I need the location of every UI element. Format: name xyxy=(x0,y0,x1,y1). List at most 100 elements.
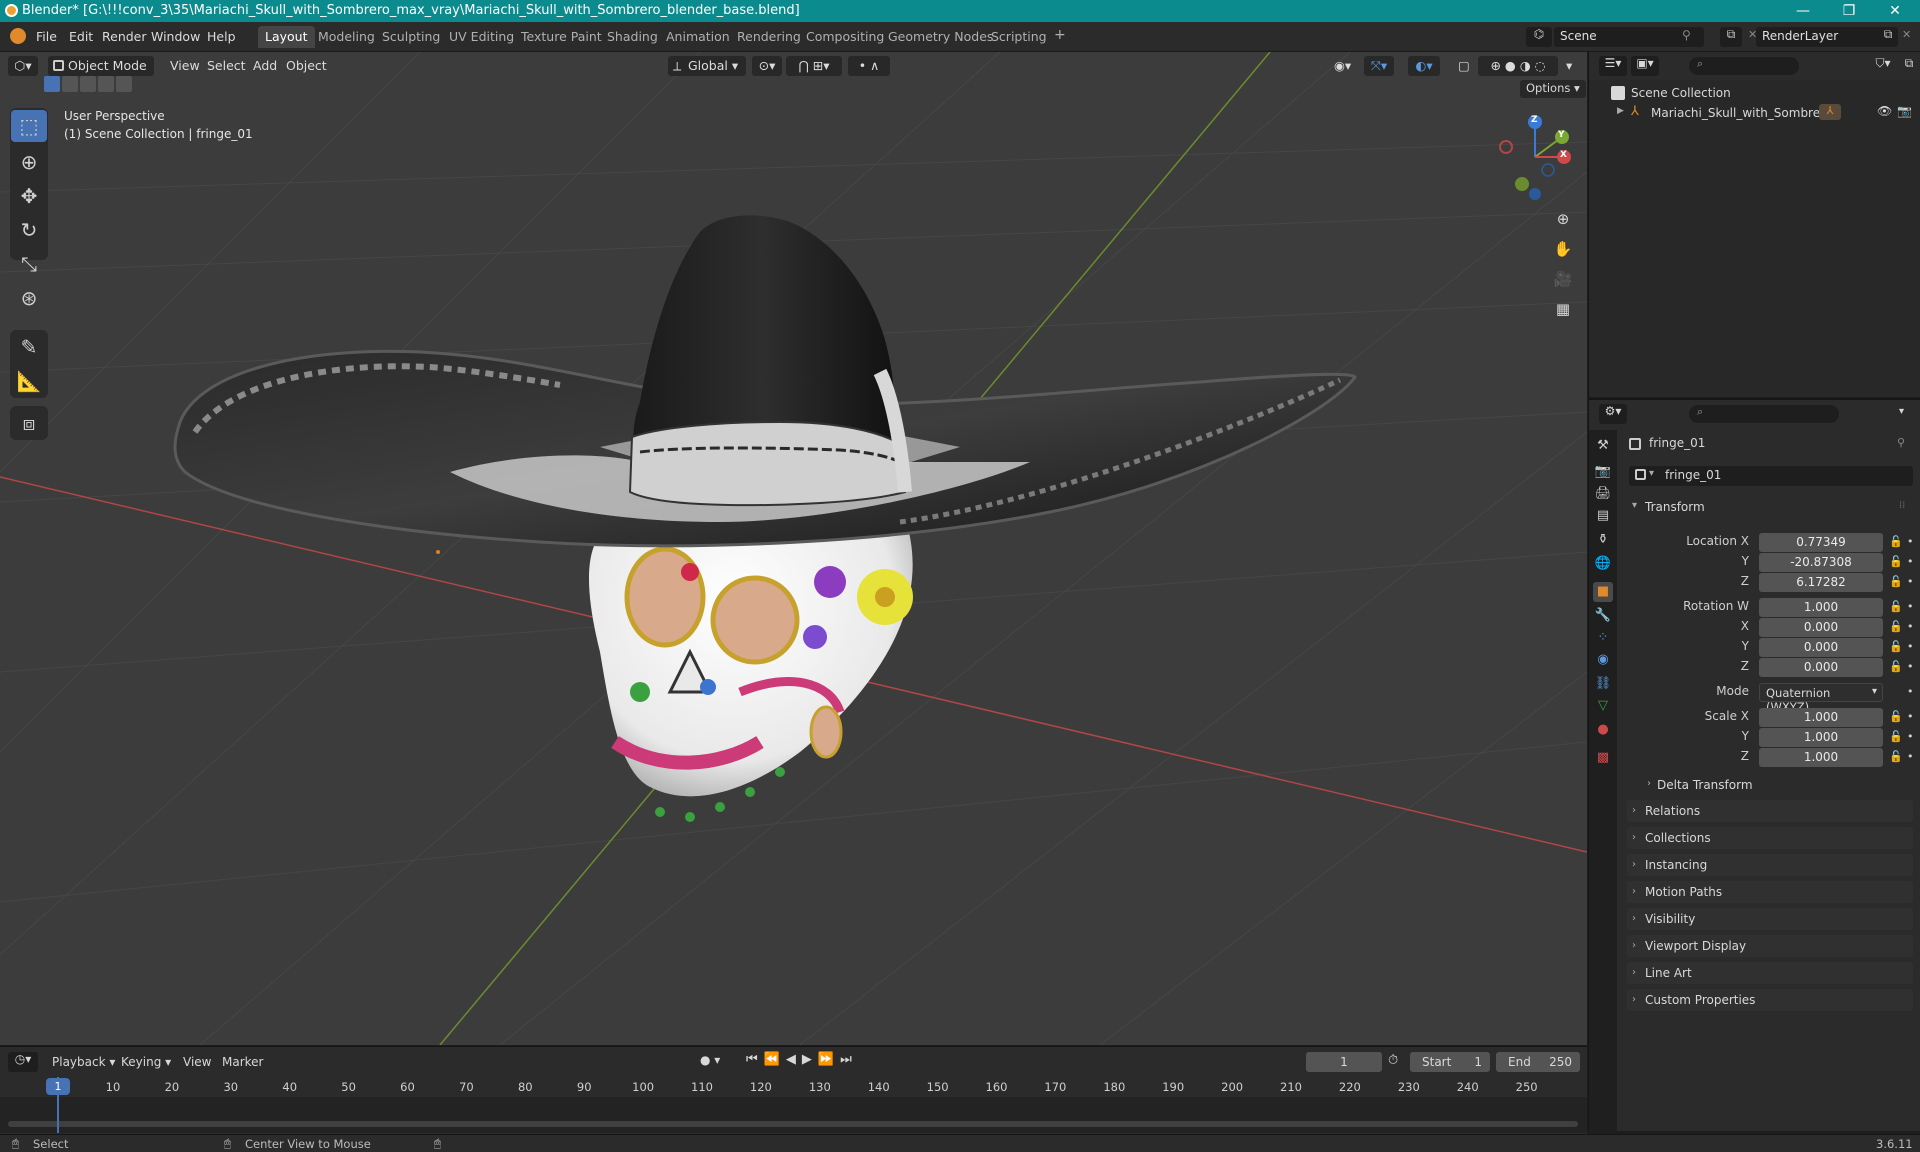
visibility-eye-icon[interactable]: 👁 xyxy=(1877,104,1892,118)
playback-controls[interactable]: ⏮⏪◀▶⏩⏭ xyxy=(746,1052,858,1067)
proportional-edit-icon[interactable]: • ∧ xyxy=(848,56,890,76)
select-extend-icon[interactable] xyxy=(62,76,78,92)
new-view-layer-icon[interactable]: ⧉ xyxy=(1878,27,1898,47)
motion-paths-section[interactable]: › Motion Paths xyxy=(1627,881,1913,903)
keyframe-scale-y-icon[interactable]: • xyxy=(1907,730,1914,743)
lock-rotation-z-icon[interactable]: 🔓 xyxy=(1889,660,1903,673)
tab-shading[interactable]: Shading xyxy=(600,26,665,48)
filter-icon[interactable]: ⛉▾ xyxy=(1869,56,1897,76)
particles-tab-icon[interactable]: ⁘ xyxy=(1593,628,1613,648)
keyframe-rotation-x-icon[interactable]: • xyxy=(1907,620,1914,633)
tab-modeling[interactable]: Modeling xyxy=(311,26,382,48)
lock-scale-z-icon[interactable]: 🔓 xyxy=(1889,750,1903,763)
delta-transform-subpanel[interactable]: › Delta Transform xyxy=(1641,774,1913,796)
start-frame-field[interactable]: Start 1 xyxy=(1410,1052,1490,1072)
perspective-grid-icon[interactable]: ▦ xyxy=(1550,296,1576,322)
gizmo-toggle-icon[interactable]: ⤧▾ xyxy=(1364,56,1394,76)
rotation-w-field[interactable]: 1.000 xyxy=(1759,598,1883,617)
expand-arrow-icon[interactable]: ▶ xyxy=(1617,106,1624,116)
sombrero-model[interactable] xyxy=(173,215,1357,554)
line-art-section[interactable]: › Line Art xyxy=(1627,962,1913,984)
menu-file[interactable]: File xyxy=(36,29,57,44)
constraints-tab-icon[interactable]: ⛓ xyxy=(1593,674,1613,694)
maximize-button[interactable]: ❐ xyxy=(1826,0,1872,22)
select-box-tool-icon[interactable]: ⬚ xyxy=(11,110,47,142)
select-new-icon[interactable] xyxy=(44,76,60,92)
3d-viewport[interactable]: ⬡▾ Object Mode ▾ View Select Add Object … xyxy=(0,52,1587,1045)
properties-search-input[interactable]: ⌕ xyxy=(1689,405,1839,423)
keyframe-mode-icon[interactable]: • xyxy=(1907,685,1914,698)
lock-rotation-w-icon[interactable]: 🔓 xyxy=(1889,600,1903,613)
lock-scale-x-icon[interactable]: 🔓 xyxy=(1889,710,1903,723)
instancing-section[interactable]: › Instancing xyxy=(1627,854,1913,876)
visibility-selectability-icon[interactable]: ◉▾ xyxy=(1328,56,1356,76)
shading-options-icon[interactable]: ▾ xyxy=(1560,56,1578,76)
tab-texture-paint[interactable]: Texture Paint xyxy=(514,26,609,48)
viewport-menu-add[interactable]: Add xyxy=(247,56,283,76)
new-scene-icon[interactable]: ⧉ xyxy=(1720,27,1742,47)
material-tab-icon[interactable]: ● xyxy=(1593,720,1613,740)
keyframe-scale-x-icon[interactable]: • xyxy=(1907,710,1914,723)
add-cube-tool-icon[interactable]: ⧈ xyxy=(11,407,47,439)
overlay-toggle-icon[interactable]: ◐▾ xyxy=(1408,56,1440,76)
tool-tab-icon[interactable]: ⚒ xyxy=(1593,436,1613,456)
pan-hand-icon[interactable]: ✋ xyxy=(1550,236,1576,262)
close-window-button[interactable]: ✕ xyxy=(1872,0,1918,22)
tab-sculpting[interactable]: Sculpting xyxy=(375,26,447,48)
pin-properties-icon[interactable]: ⚲ xyxy=(1897,436,1905,449)
menu-window[interactable]: Window xyxy=(151,29,200,44)
annotate-tool-icon[interactable]: ✎ xyxy=(11,331,47,363)
scale-tool-icon[interactable]: ⤡ xyxy=(11,248,47,280)
lock-rotation-y-icon[interactable]: 🔓 xyxy=(1889,640,1903,653)
move-tool-icon[interactable]: ✥ xyxy=(11,180,47,212)
viewport-menu-view[interactable]: View xyxy=(164,56,206,76)
viewport-menu-object[interactable]: Object xyxy=(280,56,333,76)
options-dropdown[interactable]: Options ▾ xyxy=(1520,80,1586,98)
cursor-tool-icon[interactable]: ⊕ xyxy=(11,146,47,178)
location-y-field[interactable]: -20.87308 xyxy=(1759,553,1883,572)
object-browse-chevron-icon[interactable]: ▾ xyxy=(1649,468,1654,479)
tab-rendering[interactable]: Rendering xyxy=(730,26,808,48)
minimize-button[interactable]: — xyxy=(1780,0,1826,22)
pin-icon[interactable]: ⚲ xyxy=(1682,28,1691,42)
transform-tool-icon[interactable]: ⊛ xyxy=(11,282,47,314)
outliner-editor-icon[interactable]: ☰▾ xyxy=(1599,56,1627,76)
playhead-frame-badge[interactable]: 1 xyxy=(46,1078,70,1095)
select-intersect-icon[interactable] xyxy=(116,76,132,92)
tab-animation[interactable]: Animation xyxy=(659,26,737,48)
viewport-menu-select[interactable]: Select xyxy=(201,56,252,76)
keyframe-scale-z-icon[interactable]: • xyxy=(1907,750,1914,763)
timeline-scrollbar[interactable] xyxy=(8,1121,1578,1127)
rotation-z-field[interactable]: 0.000 xyxy=(1759,658,1883,677)
drag-handle-icon[interactable]: ⁞⁞ xyxy=(1899,500,1905,511)
current-frame-field[interactable]: 1 xyxy=(1306,1052,1382,1072)
texture-tab-icon[interactable]: ▩ xyxy=(1593,748,1613,768)
data-tab-icon[interactable]: ▽ xyxy=(1593,696,1613,716)
scene-collection-label[interactable]: Scene Collection xyxy=(1631,86,1731,100)
transform-section-header[interactable]: ▾ Transform ⁞⁞ xyxy=(1627,496,1913,518)
keyframe-rotation-y-icon[interactable]: • xyxy=(1907,640,1914,653)
render-tab-icon[interactable]: 📷 xyxy=(1593,462,1613,482)
keyframe-location-z-icon[interactable]: • xyxy=(1907,575,1914,588)
properties-options-icon[interactable]: ▾ xyxy=(1899,406,1904,417)
timeline-editor-icon[interactable]: ◷▾ xyxy=(8,1052,38,1072)
render-camera-icon[interactable]: 📷 xyxy=(1897,104,1912,118)
object-tab-icon[interactable]: ■ xyxy=(1593,582,1613,602)
output-tab-icon[interactable]: 🖨 xyxy=(1593,484,1613,504)
shading-mode-icons[interactable]: ⊕ ● ◑ ◌ xyxy=(1478,56,1558,76)
xray-toggle-icon[interactable]: ▢ xyxy=(1452,56,1472,76)
view-layer-tab-icon[interactable]: ▤ xyxy=(1593,506,1613,526)
properties-editor-icon[interactable]: ⚙▾ xyxy=(1599,404,1627,424)
scene-browse-icon[interactable]: ⌬ xyxy=(1526,27,1552,47)
object-name-field[interactable]: ▾ fringe_01 xyxy=(1629,466,1913,486)
pivot-point-icon[interactable]: ⊙▾ xyxy=(752,56,782,76)
new-collection-icon[interactable]: ⧉ xyxy=(1899,56,1919,76)
select-subtract-icon[interactable] xyxy=(80,76,96,92)
camera-view-icon[interactable]: 🎥 xyxy=(1550,266,1576,292)
keyframe-location-x-icon[interactable]: • xyxy=(1907,535,1914,548)
modifier-tab-icon[interactable]: 🔧 xyxy=(1593,606,1613,626)
object-name-input[interactable]: fringe_01 xyxy=(1665,468,1721,482)
tab-compositing[interactable]: Compositing xyxy=(799,26,891,48)
timeline-menu-marker[interactable]: Marker xyxy=(222,1055,263,1069)
outliner-search-input[interactable]: ⌕ xyxy=(1689,57,1799,75)
